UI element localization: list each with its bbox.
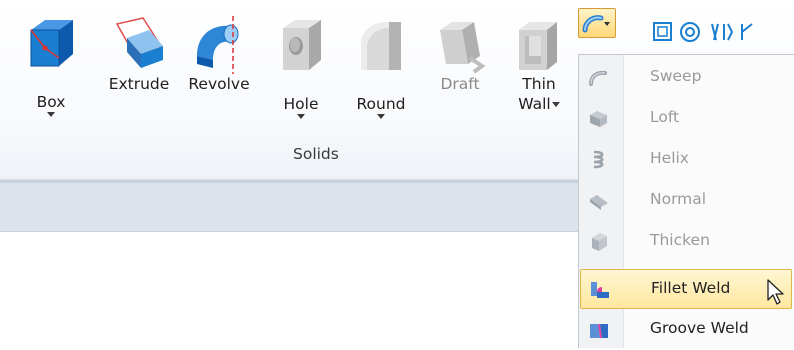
menu-item-groove-weld[interactable]: Groove Weld [580,310,792,350]
box-dropdown-caret[interactable] [47,112,55,117]
sweep-dropdown-menu: Sweep Loft Helix Normal Thicken Fillet W… [578,54,794,348]
round-label: Round [356,95,406,113]
revolve-icon [197,16,239,74]
thicken-icon [592,233,607,251]
hole-label: Hole [283,95,319,113]
draft-label: Draft [440,75,480,93]
menu-item-label: Thicken [650,231,710,249]
extrude-label: Extrude [108,75,170,93]
menu-item-label: Sweep [650,67,702,85]
draft-icon [440,22,486,74]
mouse-cursor-icon [767,279,784,305]
thin-wall-dropdown-caret[interactable] [551,102,560,107]
menu-item-normal[interactable]: Normal [580,181,792,221]
revolve-button[interactable]: Revolve [178,16,260,94]
helix-icon [593,150,604,169]
mirror-icon [711,23,734,41]
round-button[interactable]: Round [344,16,418,119]
small-tool-icons [652,20,794,44]
revolve-label: Revolve [188,75,250,93]
menu-item-label: Fillet Weld [651,279,731,297]
concentric-circle-icon [680,22,700,42]
menu-item-fillet-weld[interactable]: Fillet Weld [580,269,792,309]
hole-button[interactable]: Hole [266,16,336,119]
fillet-weld-icon [591,282,609,298]
group-label-solids: Solids [293,145,339,163]
menu-item-sweep[interactable]: Sweep [580,58,792,98]
box-button[interactable]: Box [18,16,84,117]
small-tool-icon-row [653,22,753,42]
thin-wall-button[interactable]: Thin Wall [506,16,572,114]
menu-item-label: Loft [650,108,680,126]
thin-wall-label-2: Wall [506,94,572,114]
split-dropdown-caret[interactable] [604,22,610,26]
box-label: Box [36,93,66,111]
menu-item-label: Groove Weld [650,319,749,337]
box-icon [30,20,73,67]
normal-icon [590,195,608,210]
thin-wall-icon [519,22,557,70]
thin-wall-label-1: Thin [522,75,556,93]
menu-item-label: Normal [650,190,707,208]
draft-button[interactable]: Draft [428,16,492,94]
round-icon [361,22,401,70]
menu-item-thicken[interactable]: Thicken [580,222,792,262]
groove-weld-icon [590,324,608,338]
pattern-icon [741,23,753,40]
sweep-split-button[interactable] [578,8,616,38]
menu-item-loft[interactable]: Loft [580,99,792,139]
loft-icon [590,111,607,127]
hole-dropdown-caret[interactable] [297,114,305,119]
extrude-icon [115,17,163,68]
round-dropdown-caret[interactable] [377,114,385,119]
menu-item-label: Helix [650,149,689,167]
extrude-button[interactable]: Extrude [98,16,180,94]
square-frame-icon [653,22,672,41]
sweep-icon [589,70,607,86]
menu-item-helix[interactable]: Helix [580,140,792,180]
hole-icon [283,20,321,70]
